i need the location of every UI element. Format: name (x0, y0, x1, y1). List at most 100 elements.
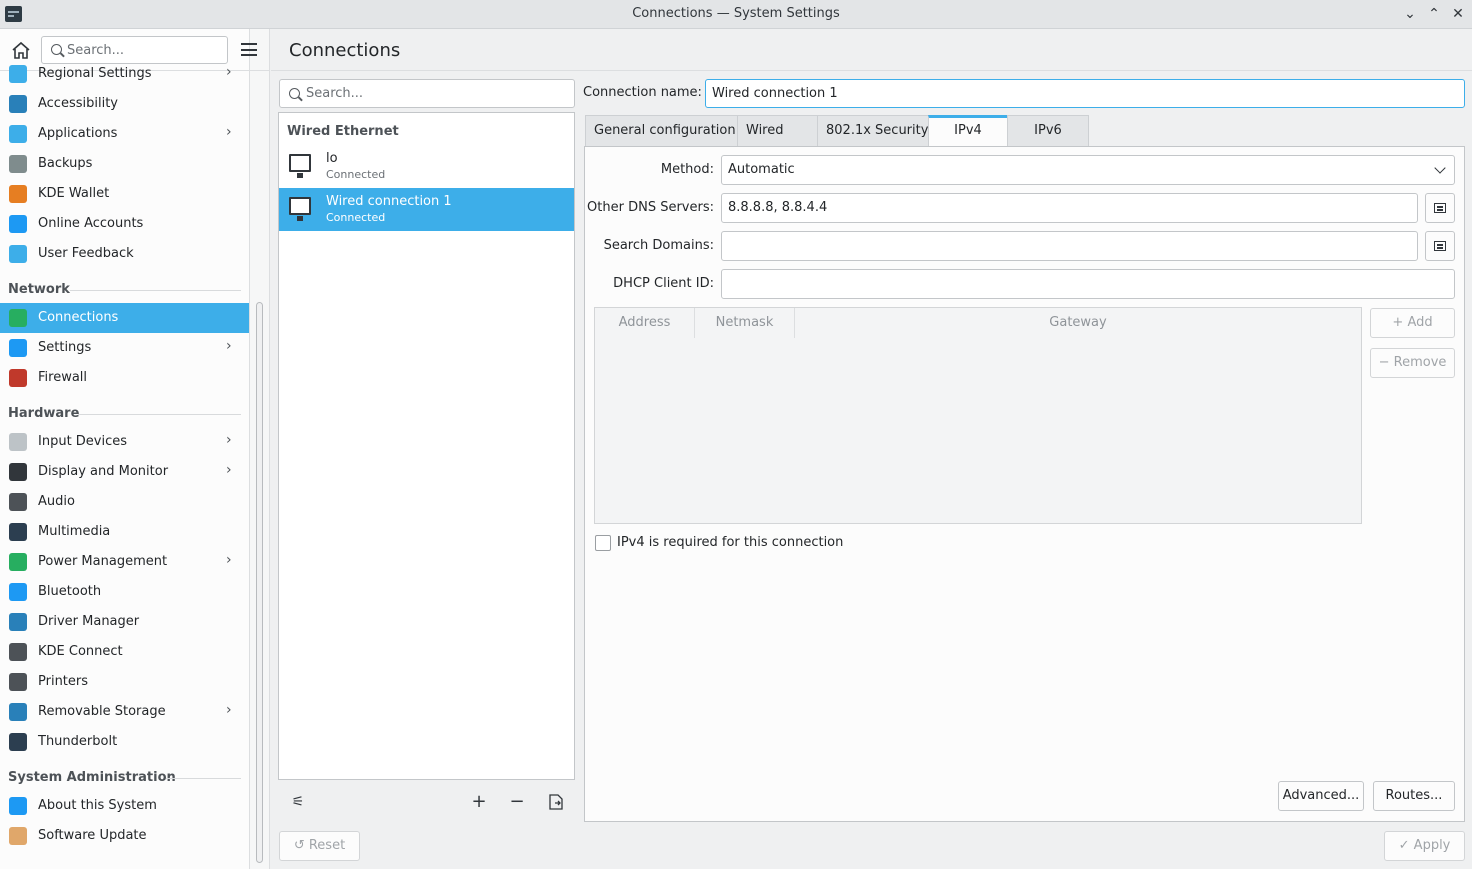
minimize-icon[interactable]: ⌄ (1401, 4, 1419, 24)
chevron-right-icon: › (226, 432, 232, 448)
sidebar-item-firewall[interactable]: Firewall (0, 363, 249, 393)
sidebar-item-accessibility[interactable]: Accessibility (0, 89, 249, 119)
sidebar-item-thunderbolt[interactable]: Thunderbolt (0, 727, 249, 757)
search-icon (51, 44, 62, 55)
sidebar-item-multimedia[interactable]: Multimedia (0, 517, 249, 547)
remove-address-button[interactable]: − Remove (1370, 348, 1455, 378)
sidebar-item-label: Firewall (38, 370, 88, 385)
sidebar-item-removable-storage[interactable]: Removable Storage › (0, 697, 249, 727)
sidebar-item-driver-manager[interactable]: Driver Manager (0, 607, 249, 637)
tab-wired[interactable]: Wired (737, 115, 818, 146)
sidebar-item-input-devices[interactable]: Input Devices › (0, 427, 249, 457)
dns-servers-input[interactable]: 8.8.8.8, 8.8.4.4 (721, 193, 1418, 223)
sidebar-item-regional-settings[interactable]: Regional Settings › (0, 59, 249, 89)
sidebar-item-display-and-monitor[interactable]: Display and Monitor › (0, 457, 249, 487)
dns-servers-value: 8.8.8.8, 8.8.4.4 (728, 200, 828, 215)
routes-button[interactable]: Routes... (1373, 781, 1455, 811)
method-select[interactable]: Automatic (721, 155, 1455, 185)
connection-status: Connected (326, 168, 386, 181)
dhcp-client-id-label: DHCP Client ID: (613, 276, 714, 291)
search-domains-input[interactable] (721, 231, 1418, 261)
display-monitor-icon (9, 463, 27, 481)
edit-search-domains-button[interactable] (1425, 231, 1455, 261)
window-title: Connections — System Settings (632, 6, 840, 21)
search-domains-label: Search Domains: (603, 238, 714, 253)
connection-status: Connected (326, 211, 386, 224)
title-bar: Connections — System Settings ⌄ ⌃ ✕ (0, 0, 1472, 29)
input-devices-icon (9, 433, 27, 451)
applications-icon (9, 125, 27, 143)
multimedia-icon (9, 523, 27, 541)
sidebar-item-label: Bluetooth (38, 584, 102, 599)
tab-802-1x-security[interactable]: 802.1x Security (817, 115, 929, 146)
sidebar-item-label: Driver Manager (38, 614, 140, 629)
sidebar-scrollbar[interactable] (256, 302, 263, 863)
sidebar-item-label: Online Accounts (38, 216, 144, 231)
reset-label: Reset (308, 838, 346, 853)
maximize-icon[interactable]: ⌃ (1425, 4, 1443, 24)
chevron-right-icon: › (226, 64, 232, 80)
category-divider (78, 414, 241, 415)
reset-button[interactable]: ↺ Reset (279, 831, 360, 861)
chevron-right-icon: › (226, 552, 232, 568)
sidebar-item-label: Backups (38, 156, 93, 171)
network-settings-icon (9, 339, 27, 357)
chevron-right-icon: › (226, 462, 232, 478)
ipv4-required-checkbox[interactable] (595, 535, 611, 551)
sidebar-item-settings[interactable]: Settings › (0, 333, 249, 363)
home-icon[interactable] (10, 40, 32, 60)
connection-name-value: Wired connection 1 (712, 86, 838, 101)
sidebar-category-label: Hardware (8, 406, 80, 421)
method-value: Automatic (728, 162, 795, 177)
sidebar-item-bluetooth[interactable]: Bluetooth (0, 577, 249, 607)
connection-search-input[interactable]: Search... (279, 79, 575, 108)
sidebar-item-software-update[interactable]: Software Update (0, 821, 249, 851)
chevron-down-icon (1434, 162, 1446, 174)
chevron-right-icon: › (226, 338, 232, 354)
sidebar-item-online-accounts[interactable]: Online Accounts (0, 209, 249, 239)
sidebar-item-backups[interactable]: Backups (0, 149, 249, 179)
tab-ipv4[interactable]: IPv4 (928, 115, 1008, 147)
sidebar-item-applications[interactable]: Applications › (0, 119, 249, 149)
printers-icon (9, 673, 27, 691)
close-icon[interactable]: ✕ (1449, 4, 1467, 24)
thunderbolt-icon (9, 733, 27, 751)
about-system-icon (9, 797, 27, 815)
connection-group-label: Wired Ethernet (287, 124, 399, 139)
export-icon[interactable] (548, 794, 564, 810)
sidebar-category: Network (8, 282, 241, 297)
sidebar-item-power-management[interactable]: Power Management › (0, 547, 249, 577)
removable-storage-icon (9, 703, 27, 721)
list-edit-icon (1434, 241, 1446, 251)
dhcp-client-id-input[interactable] (721, 269, 1455, 299)
sidebar-item-about-this-system[interactable]: About this System (0, 791, 249, 821)
add-address-button[interactable]: + Add (1370, 308, 1455, 338)
sidebar-item-label: Printers (38, 674, 89, 689)
add-connection-icon[interactable]: + (470, 793, 488, 811)
sidebar-item-connections[interactable]: Connections (0, 303, 249, 333)
sidebar-item-printers[interactable]: Printers (0, 667, 249, 697)
column-gateway: Gateway (795, 308, 1361, 338)
sidebar-item-user-feedback[interactable]: User Feedback (0, 239, 249, 269)
advanced-button[interactable]: Advanced... (1278, 781, 1364, 811)
apply-button[interactable]: ✓ Apply (1384, 831, 1465, 861)
tab-ipv6[interactable]: IPv6 (1007, 115, 1089, 146)
edit-dns-list-button[interactable] (1425, 193, 1455, 223)
sidebar-item-audio[interactable]: Audio (0, 487, 249, 517)
sidebar-item-kde-connect[interactable]: KDE Connect (0, 637, 249, 667)
hamburger-menu-icon[interactable] (241, 43, 257, 56)
network-wired-icon (288, 153, 312, 178)
sidebar-item-label: Accessibility (38, 96, 118, 111)
user-feedback-icon (9, 245, 27, 263)
chevron-right-icon: › (226, 124, 232, 140)
regional-settings-icon (9, 65, 27, 83)
connection-name-input[interactable]: Wired connection 1 (705, 79, 1465, 108)
online-accounts-icon (9, 215, 27, 233)
apply-label: Apply (1413, 838, 1451, 853)
connections-icon (9, 309, 27, 327)
sidebar-item-kde-wallet[interactable]: KDE Wallet (0, 179, 249, 209)
tab-general-configuration[interactable]: General configuration (585, 115, 738, 146)
remove-connection-icon[interactable]: − (508, 793, 526, 811)
configure-icon[interactable]: ⚟ (289, 793, 307, 811)
sidebar-item-label: Regional Settings (38, 66, 152, 81)
